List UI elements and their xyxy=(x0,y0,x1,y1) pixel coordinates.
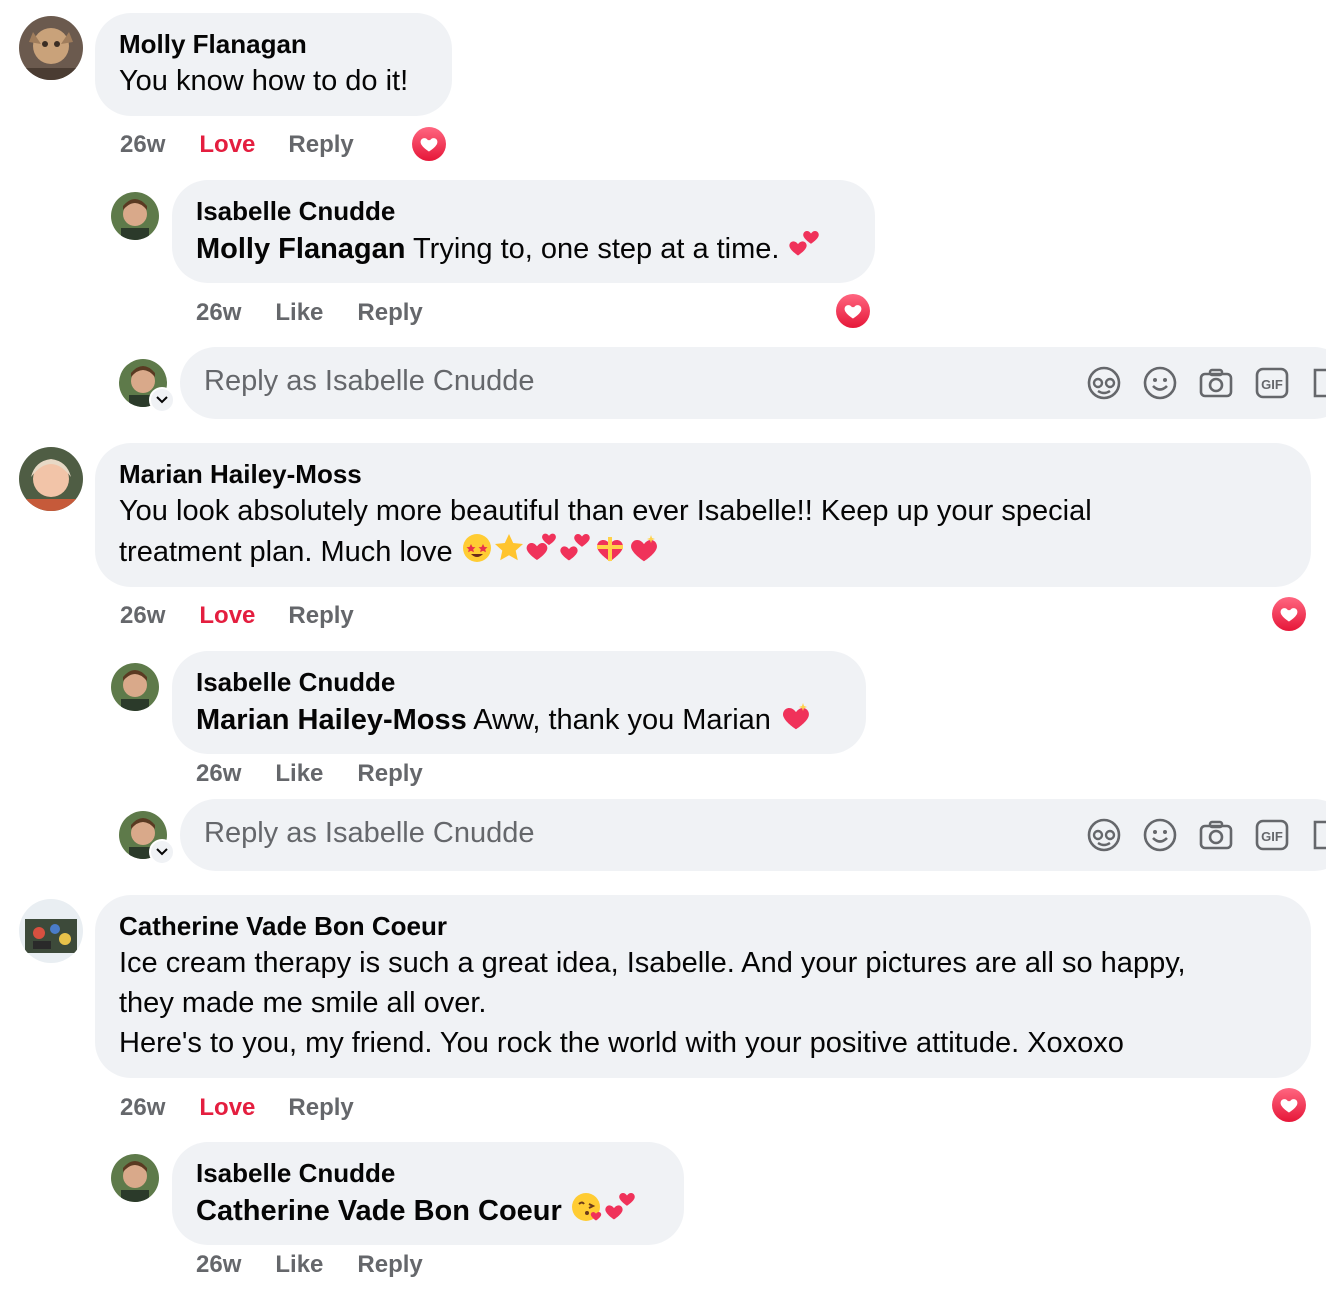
like-button[interactable]: Like xyxy=(275,1251,323,1279)
reply-input-placeholder: Reply as Isabelle Cnudde xyxy=(204,817,535,849)
mention-link[interactable]: Molly Flanagan xyxy=(196,233,405,265)
emoji-icon[interactable] xyxy=(1142,365,1178,401)
reply-button[interactable]: Reply xyxy=(288,1094,353,1122)
sticker-icon[interactable] xyxy=(1310,365,1326,401)
comment-bubble: Molly Flanagan You know how to do it! xyxy=(95,13,452,116)
mention-link[interactable]: Catherine Vade Bon Coeur xyxy=(196,1195,562,1227)
avatar-molly-flanagan[interactable] xyxy=(19,16,83,80)
like-button[interactable]: Like xyxy=(275,760,323,788)
timestamp[interactable]: 26w xyxy=(196,760,241,788)
reply-bubble: Isabelle Cnudde Catherine Vade Bon Coeur xyxy=(172,1142,684,1245)
comment-actions: 26w Love Reply xyxy=(120,599,354,633)
avatar-marian-hailey-moss[interactable] xyxy=(19,447,83,511)
reply-actions: 26w Like Reply xyxy=(196,296,423,330)
love-reaction-badge[interactable] xyxy=(410,125,448,163)
mention-link[interactable]: Marian Hailey-Moss xyxy=(196,704,467,736)
heart-icon xyxy=(1279,1095,1299,1115)
comment-text-line-2: they made me smile all over. xyxy=(119,987,487,1019)
reply-input[interactable]: Reply as Isabelle Cnudde GIF xyxy=(180,799,1326,871)
avatar-catherine-vade-bon-coeur[interactable] xyxy=(19,899,83,963)
comment-text-line-3: Here's to you, my friend. You rock the w… xyxy=(119,1027,1124,1059)
camera-icon[interactable] xyxy=(1198,365,1234,401)
avatar-isabelle-cnudde[interactable] xyxy=(111,1154,159,1202)
reply-author[interactable]: Isabelle Cnudde xyxy=(196,1156,660,1190)
avatar-isabelle-cnudde[interactable] xyxy=(111,663,159,711)
love-reaction-badge[interactable] xyxy=(1270,595,1308,633)
timestamp[interactable]: 26w xyxy=(120,602,165,630)
camera-icon[interactable] xyxy=(1198,817,1234,853)
comment-author[interactable]: Marian Hailey-Moss xyxy=(119,457,1287,491)
heart-icon xyxy=(843,301,863,321)
reply-button[interactable]: Reply xyxy=(288,602,353,630)
timestamp[interactable]: 26w xyxy=(196,1251,241,1279)
two-hearts-icon xyxy=(604,1190,638,1235)
reply-button[interactable]: Reply xyxy=(357,1251,422,1279)
reply-bubble: Isabelle Cnudde Marian Hailey-Moss Aww, … xyxy=(172,651,866,754)
reply-bubble: Isabelle Cnudde Molly Flanagan Trying to… xyxy=(172,180,875,283)
reply-author[interactable]: Isabelle Cnudde xyxy=(196,665,842,699)
comment-author[interactable]: Molly Flanagan xyxy=(119,27,428,61)
comment-actions: 26w Love Reply xyxy=(120,1091,354,1125)
reply-actions: 26w Like Reply xyxy=(196,757,423,791)
like-button[interactable]: Like xyxy=(275,299,323,327)
reply-text: Aww, thank you Marian xyxy=(473,704,771,737)
comment-author[interactable]: Catherine Vade Bon Coeur xyxy=(119,909,1287,943)
comment-text-line-1: You look absolutely more beautiful than … xyxy=(119,495,1092,527)
revolving-hearts-icon xyxy=(525,531,559,576)
love-button[interactable]: Love xyxy=(199,1094,255,1122)
star-struck-icon xyxy=(461,532,493,575)
reply-button[interactable]: Reply xyxy=(357,299,422,327)
heart-icon xyxy=(1279,604,1299,624)
reply-actions: 26w Like Reply xyxy=(196,1248,423,1282)
two-hearts-icon xyxy=(559,531,593,576)
timestamp[interactable]: 26w xyxy=(120,131,165,159)
timestamp[interactable]: 26w xyxy=(120,1094,165,1122)
reply-text: Trying to, one step at a time. xyxy=(413,233,780,266)
heart-icon xyxy=(419,134,439,154)
gif-icon[interactable]: GIF xyxy=(1254,817,1290,853)
comment-actions: 26w Love Reply xyxy=(120,128,354,162)
chevron-down-icon[interactable] xyxy=(149,839,175,865)
gif-icon[interactable]: GIF xyxy=(1254,365,1290,401)
heart-with-ribbon-icon xyxy=(593,531,627,576)
love-button[interactable]: Love xyxy=(199,602,255,630)
sparkling-heart-icon xyxy=(627,531,661,576)
reply-button[interactable]: Reply xyxy=(288,131,353,159)
star-icon xyxy=(493,532,525,575)
love-reaction-badge[interactable] xyxy=(834,292,872,330)
comment-text: You know how to do it! xyxy=(119,65,409,97)
comment-text-line-1: Ice cream therapy is such a great idea, … xyxy=(119,947,1186,979)
reply-input-placeholder: Reply as Isabelle Cnudde xyxy=(204,365,535,397)
sparkling-heart-icon xyxy=(779,699,813,744)
avatar-sticker-icon[interactable] xyxy=(1086,365,1122,401)
comment-bubble: Marian Hailey-Moss You look absolutely m… xyxy=(95,443,1311,587)
reply-as-avatar[interactable] xyxy=(119,811,175,865)
face-blowing-kiss-icon xyxy=(570,1190,604,1235)
reply-input[interactable]: Reply as Isabelle Cnudde GIF xyxy=(180,347,1326,419)
svg-text:GIF: GIF xyxy=(1261,377,1283,392)
love-button[interactable]: Love xyxy=(199,131,255,159)
sticker-icon[interactable] xyxy=(1310,817,1326,853)
chevron-down-icon[interactable] xyxy=(149,387,175,413)
emoji-icon[interactable] xyxy=(1142,817,1178,853)
reply-button[interactable]: Reply xyxy=(357,760,422,788)
avatar-isabelle-cnudde[interactable] xyxy=(111,192,159,240)
reply-as-avatar[interactable] xyxy=(119,359,175,413)
comment-bubble: Catherine Vade Bon Coeur Ice cream thera… xyxy=(95,895,1311,1078)
avatar-sticker-icon[interactable] xyxy=(1086,817,1122,853)
reply-author[interactable]: Isabelle Cnudde xyxy=(196,194,851,228)
two-hearts-icon xyxy=(788,228,822,273)
comment-text-line-2: treatment plan. Much love xyxy=(119,536,453,569)
love-reaction-badge[interactable] xyxy=(1270,1086,1308,1124)
svg-text:GIF: GIF xyxy=(1261,829,1283,844)
timestamp[interactable]: 26w xyxy=(196,299,241,327)
